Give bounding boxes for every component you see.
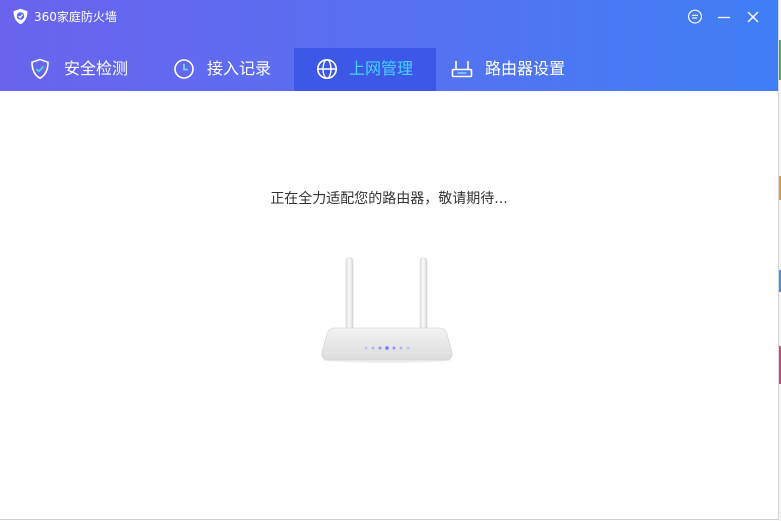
router-illustration: [316, 256, 458, 366]
status-message: 正在全力适配您的路由器，敬请期待...: [270, 191, 508, 207]
tab-label: 路由器设置: [485, 59, 566, 78]
app-title: 360家庭防火墙: [34, 10, 117, 24]
app-window: 360家庭防火墙 安全检测 接入记录 上网管理 路由器设置 正在全力适配您的路由…: [0, 0, 779, 520]
minimize-icon: [715, 8, 733, 26]
globe-icon: [315, 57, 339, 81]
tab-internet-management[interactable]: 上网管理: [294, 48, 436, 91]
main-content: 正在全力适配您的路由器，敬请期待...: [0, 91, 778, 519]
tab-label: 上网管理: [349, 59, 414, 78]
minimize-button[interactable]: [715, 8, 733, 26]
chat-bubble-icon: [686, 8, 704, 26]
close-icon: [744, 8, 762, 26]
header-bar: 360家庭防火墙 安全检测 接入记录 上网管理 路由器设置: [0, 0, 778, 91]
main-tabs: 安全检测 接入记录 上网管理 路由器设置: [0, 48, 778, 91]
tab-security-check[interactable]: 安全检测: [0, 48, 146, 91]
tab-access-records[interactable]: 接入记录: [146, 48, 294, 91]
tab-label: 安全检测: [64, 59, 129, 78]
tab-router-settings[interactable]: 路由器设置: [436, 48, 586, 91]
clock-icon: [172, 57, 196, 81]
close-button[interactable]: [744, 8, 762, 26]
title-bar[interactable]: 360家庭防火墙: [0, 0, 778, 34]
shield-360-logo-icon: [12, 8, 29, 25]
router-icon: [450, 57, 474, 81]
feedback-button[interactable]: [686, 8, 704, 26]
tab-label: 接入记录: [207, 59, 272, 78]
shield-check-icon: [28, 57, 52, 81]
